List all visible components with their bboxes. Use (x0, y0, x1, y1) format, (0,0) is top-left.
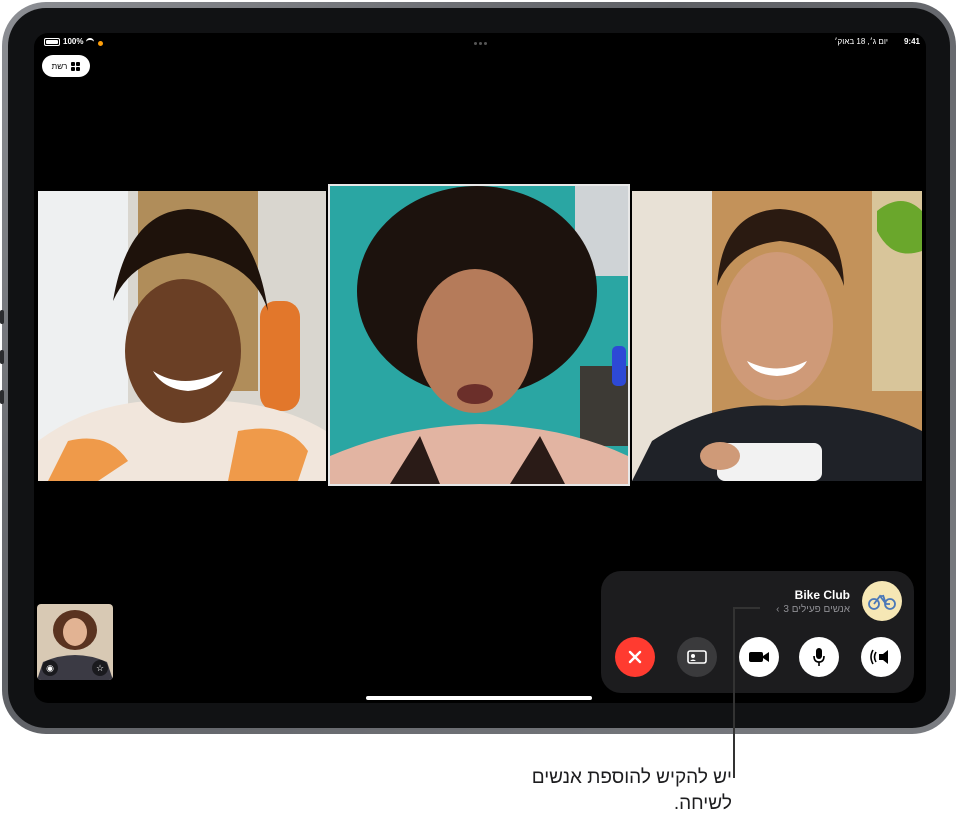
speaker-icon (870, 649, 888, 665)
screen: 100% יום ג׳, 18 באוק׳ 9:41 רשת ◉ ☆ Bike … (34, 33, 926, 703)
microphone-button[interactable] (799, 637, 839, 677)
close-icon (628, 650, 642, 664)
chevron-left-icon: ‹ (776, 604, 780, 615)
battery-indicator: 100% (44, 37, 95, 46)
audio-output-button[interactable] (861, 637, 901, 677)
microphone-icon (813, 648, 825, 666)
share-screen-icon (687, 650, 707, 664)
home-indicator[interactable] (366, 696, 592, 700)
call-controls-panel: Bike Club ‹ 3 אנשים פעילים (601, 571, 914, 693)
callout-line (733, 608, 735, 778)
side-button (0, 310, 4, 324)
grid-button-label: רשת (51, 61, 68, 71)
end-call-button[interactable] (615, 637, 655, 677)
callout-text: יש להקיש להוספת אנשים לשיחה. (531, 767, 732, 814)
mic-indicator-icon (98, 41, 103, 46)
bicycle-glyph (868, 594, 896, 610)
group-name[interactable]: Bike Club (795, 588, 850, 602)
grid-button[interactable]: רשת (42, 55, 90, 77)
status-time: 9:41 (903, 37, 920, 46)
callout-tick (733, 607, 760, 609)
multitask-grabber[interactable] (474, 42, 487, 45)
participant-video-right (632, 191, 922, 481)
side-button (0, 350, 4, 364)
video-camera-icon (749, 652, 769, 662)
status-date: יום ג׳, 18 באוק׳ (834, 37, 888, 46)
bicycle-icon[interactable] (862, 581, 902, 621)
battery-icon (44, 37, 60, 46)
add-people-link[interactable]: ‹ 3 אנשים פעילים (776, 604, 850, 615)
camera-button[interactable] (739, 637, 779, 677)
participant-tile-center[interactable] (328, 184, 630, 486)
participant-video-left (38, 191, 326, 481)
battery-percent: 100% (63, 37, 84, 46)
side-button (0, 390, 4, 404)
grid-icon (71, 61, 81, 71)
effects-star-icon[interactable]: ☆ (92, 660, 108, 676)
participant-video-center (330, 186, 628, 484)
camera-flip-icon[interactable]: ◉ (42, 660, 58, 676)
share-screen-button[interactable] (677, 637, 717, 677)
participant-tile-right[interactable] (632, 191, 922, 481)
wifi-icon (86, 37, 95, 46)
participants-count: 3 אנשים פעילים (783, 604, 850, 615)
self-view-tile[interactable]: ◉ ☆ (37, 604, 113, 680)
participant-tile-left[interactable] (38, 191, 326, 481)
status-bar: 100% יום ג׳, 18 באוק׳ 9:41 (34, 37, 926, 51)
